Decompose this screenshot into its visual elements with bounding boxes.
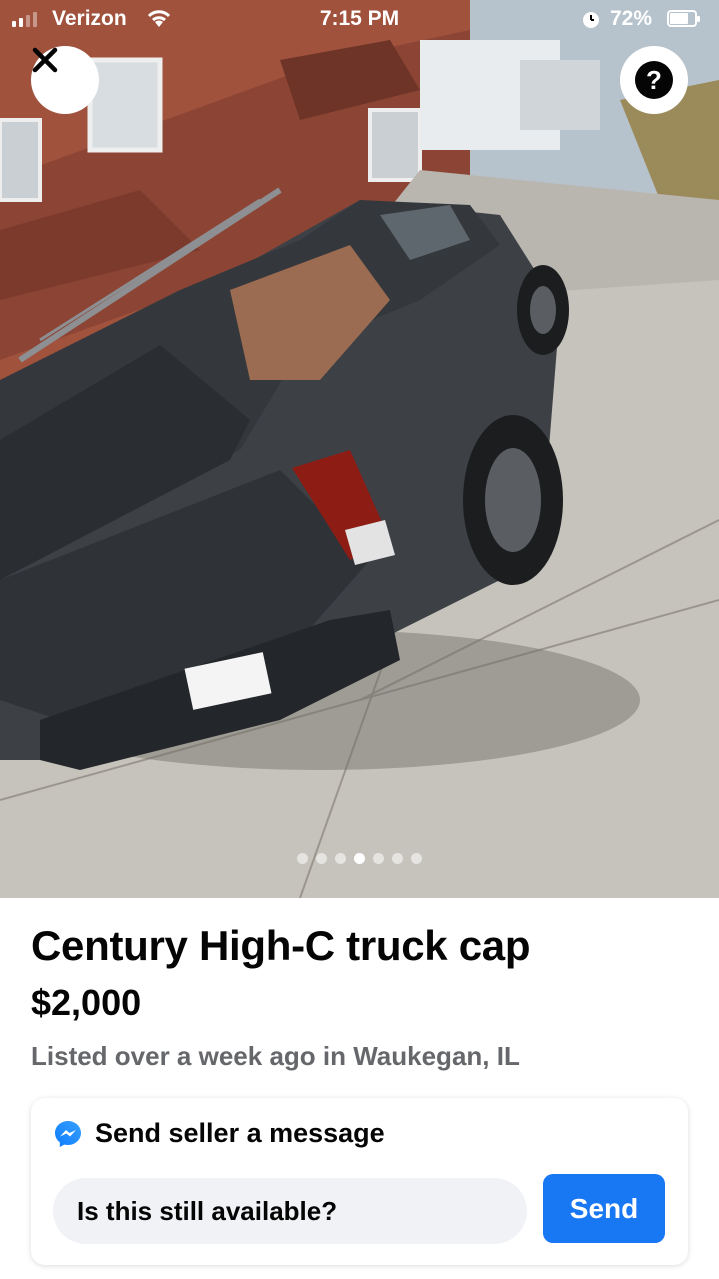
listing-price: $2,000 [31, 982, 142, 1023]
truck-photo-illustration [0, 0, 719, 898]
pager-dot [316, 853, 327, 864]
messenger-icon [55, 1120, 81, 1147]
battery-percent: 72% [610, 7, 653, 30]
pager-dot [373, 853, 384, 864]
listing-details: Century High-C truck cap $2,000 Listed o… [0, 898, 719, 1279]
message-input[interactable] [53, 1178, 527, 1244]
message-seller-card: Send seller a message Send [31, 1098, 688, 1265]
send-button[interactable]: Send [543, 1174, 665, 1243]
status-bar: Verizon 7:15 PM 72% [0, 0, 719, 40]
listing-photo[interactable]: Verizon 7:15 PM 72% ? [0, 0, 719, 898]
photo-pager [0, 853, 719, 864]
listing-title: Century High-C truck cap [31, 922, 531, 969]
pager-dot [297, 853, 308, 864]
message-card-heading: Send seller a message [95, 1118, 385, 1148]
pager-dot [335, 853, 346, 864]
battery-icon [667, 10, 700, 27]
help-icon: ? [635, 61, 673, 99]
pager-dot [392, 853, 403, 864]
listing-meta: Listed over a week ago in Waukegan, IL [31, 1041, 520, 1071]
pager-dot [354, 853, 365, 864]
close-button[interactable] [31, 46, 99, 114]
marketplace-listing-screen: Verizon 7:15 PM 72% ? Century High-C tru… [0, 0, 719, 1279]
pager-dot [411, 853, 422, 864]
message-card-header: Send seller a message [53, 1118, 385, 1149]
help-button[interactable]: ? [620, 46, 688, 114]
close-icon [32, 47, 58, 73]
